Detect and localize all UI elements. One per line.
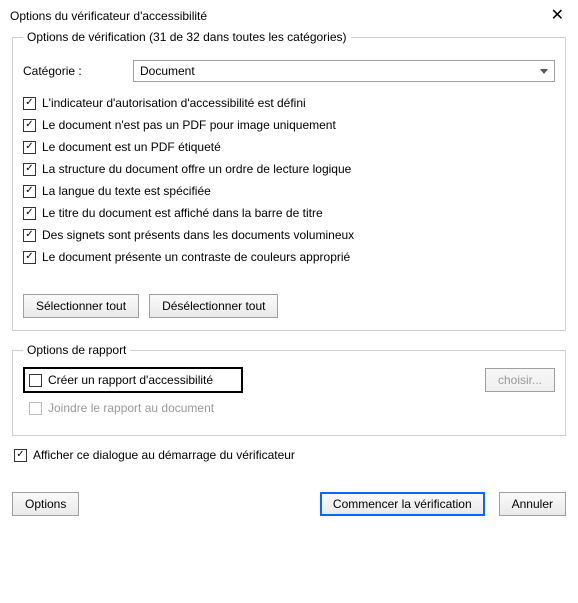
verification-options-group: Options de vérification (31 de 32 dans t… <box>12 30 566 331</box>
check-label: Le titre du document est affiché dans la… <box>42 206 323 220</box>
close-icon[interactable]: ✕ <box>545 6 570 26</box>
check-item: ✓ La structure du document offre un ordr… <box>23 162 555 176</box>
chevron-down-icon <box>540 69 548 74</box>
check-label: La structure du document offre un ordre … <box>42 162 351 176</box>
deselect-all-button[interactable]: Désélectionner tout <box>149 294 278 318</box>
checkbox-icon[interactable]: ✓ <box>23 207 36 220</box>
check-item: ✓ La langue du texte est spécifiée <box>23 184 555 198</box>
attach-report-label: Joindre le rapport au document <box>48 401 214 415</box>
check-item: ✓ Le document n'est pas un PDF pour imag… <box>23 118 555 132</box>
show-startup-row: ✓ Afficher ce dialogue au démarrage du v… <box>14 448 566 462</box>
select-all-button[interactable]: Sélectionner tout <box>23 294 139 318</box>
checkbox-icon[interactable]: ✓ <box>23 229 36 242</box>
cancel-button[interactable]: Annuler <box>499 492 566 516</box>
check-item: ✓ Le titre du document est affiché dans … <box>23 206 555 220</box>
dialog-content: Options de vérification (31 de 32 dans t… <box>0 30 578 524</box>
check-label: Le document présente un contraste de cou… <box>42 250 350 264</box>
checkbox-icon[interactable]: ✓ <box>23 119 36 132</box>
create-report-highlight: Créer un rapport d'accessibilité <box>23 367 243 393</box>
checkbox-icon[interactable]: ✓ <box>23 185 36 198</box>
dialog-footer: Options Commencer la vérification Annule… <box>12 492 566 516</box>
check-item: ✓ L'indicateur d'autorisation d'accessib… <box>23 96 555 110</box>
report-top-row: Créer un rapport d'accessibilité choisir… <box>23 367 555 393</box>
checkbox-icon[interactable]: ✓ <box>23 141 36 154</box>
choose-button: choisir... <box>485 368 555 392</box>
verification-options-legend: Options de vérification (31 de 32 dans t… <box>23 30 351 44</box>
check-label: Le document est un PDF étiqueté <box>42 140 221 154</box>
footer-right: Commencer la vérification Annuler <box>320 492 566 516</box>
category-selected-value: Document <box>140 64 195 78</box>
check-label: L'indicateur d'autorisation d'accessibil… <box>42 96 306 110</box>
report-options-group: Options de rapport Créer un rapport d'ac… <box>12 343 566 436</box>
category-select[interactable]: Document <box>133 60 555 82</box>
start-check-button[interactable]: Commencer la vérification <box>320 492 485 516</box>
options-button[interactable]: Options <box>12 492 79 516</box>
title-bar: Options du vérificateur d'accessibilité … <box>0 0 578 30</box>
checks-list: ✓ L'indicateur d'autorisation d'accessib… <box>23 96 555 264</box>
checkbox-icon[interactable]: ✓ <box>23 163 36 176</box>
create-report-label: Créer un rapport d'accessibilité <box>48 373 213 387</box>
attach-report-row: Joindre le rapport au document <box>23 401 555 415</box>
check-label: Le document n'est pas un PDF pour image … <box>42 118 336 132</box>
category-label: Catégorie : <box>23 64 133 78</box>
report-options-legend: Options de rapport <box>23 343 130 357</box>
window-title: Options du vérificateur d'accessibilité <box>10 9 207 23</box>
checkbox-icon[interactable]: ✓ <box>23 251 36 264</box>
check-label: La langue du texte est spécifiée <box>42 184 211 198</box>
category-row: Catégorie : Document <box>23 60 555 82</box>
check-label: Des signets sont présents dans les docum… <box>42 228 354 242</box>
checkbox-icon[interactable] <box>29 374 42 387</box>
checkbox-icon <box>29 402 42 415</box>
show-startup-label: Afficher ce dialogue au démarrage du vér… <box>33 448 295 462</box>
select-buttons-row: Sélectionner tout Désélectionner tout <box>23 294 555 318</box>
check-item: ✓ Le document est un PDF étiqueté <box>23 140 555 154</box>
check-item: ✓ Des signets sont présents dans les doc… <box>23 228 555 242</box>
checkbox-icon[interactable]: ✓ <box>14 449 27 462</box>
check-item: ✓ Le document présente un contraste de c… <box>23 250 555 264</box>
checkbox-icon[interactable]: ✓ <box>23 97 36 110</box>
